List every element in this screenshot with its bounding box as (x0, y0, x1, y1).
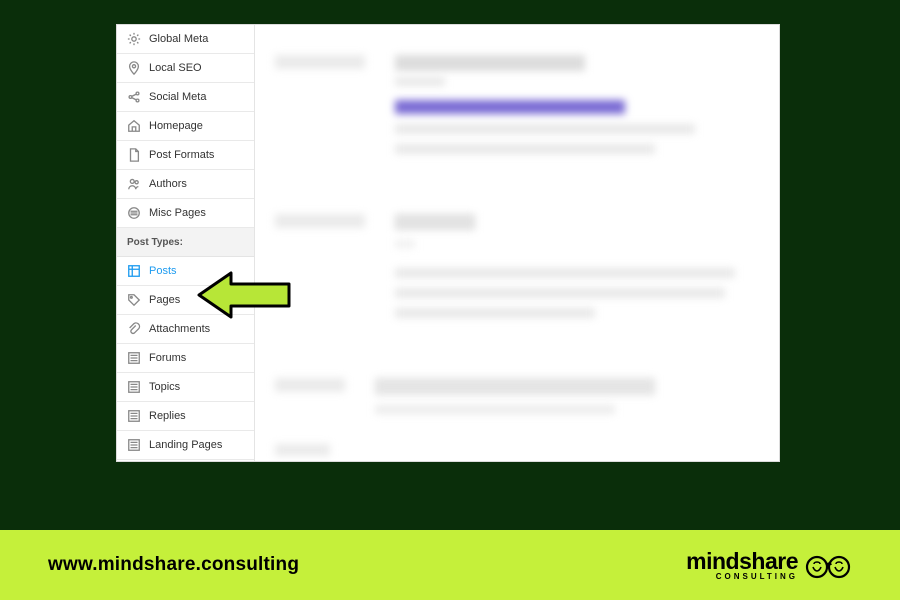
sidebar-item-post-formats[interactable]: Post Formats (117, 141, 254, 170)
sidebar-item-label: Local SEO (149, 62, 202, 74)
pin-icon (127, 61, 141, 75)
sidebar-item-label: Post Formats (149, 149, 214, 161)
sidebar-item-label: Replies (149, 410, 186, 422)
tag-icon (127, 293, 141, 307)
sidebar-item-label: Forums (149, 352, 186, 364)
sidebar-item-pages[interactable]: Pages (117, 286, 254, 315)
stack-icon (127, 206, 141, 220)
blurred-content (395, 214, 759, 328)
gear-icon (127, 32, 141, 46)
blurred-label (275, 378, 345, 392)
document-icon (127, 148, 141, 162)
sidebar-item-posts[interactable]: Posts (117, 257, 254, 286)
sidebar-item-label: Posts (149, 265, 177, 277)
share-icon (127, 90, 141, 104)
sidebar-item-projects[interactable]: Projects (117, 460, 254, 461)
sidebar-item-authors[interactable]: Authors (117, 170, 254, 199)
sidebar-item-landing-pages[interactable]: Landing Pages (117, 431, 254, 460)
content-row (275, 214, 759, 328)
sidebar-item-misc-pages[interactable]: Misc Pages (117, 199, 254, 228)
sidebar-item-replies[interactable]: Replies (117, 402, 254, 431)
app-window: Global Meta Local SEO Social Meta Homepa… (116, 24, 780, 462)
sidebar-item-global-meta[interactable]: Global Meta (117, 25, 254, 54)
sidebar-item-forums[interactable]: Forums (117, 344, 254, 373)
blurred-label (275, 214, 365, 228)
sidebar: Global Meta Local SEO Social Meta Homepa… (117, 25, 255, 461)
sidebar-item-topics[interactable]: Topics (117, 373, 254, 402)
sidebar-item-label: Topics (149, 381, 180, 393)
content-area (255, 25, 779, 461)
blurred-label (275, 444, 330, 456)
sidebar-item-attachments[interactable]: Attachments (117, 315, 254, 344)
sidebar-item-label: Misc Pages (149, 207, 206, 219)
footer-url: www.mindshare.consulting (48, 554, 299, 576)
content-row (275, 378, 759, 424)
home-icon (127, 119, 141, 133)
sidebar-item-homepage[interactable]: Homepage (117, 112, 254, 141)
content-row (275, 55, 759, 164)
sidebar-item-label: Authors (149, 178, 187, 190)
logo-text-main: mindshare (686, 550, 798, 573)
list-icon (127, 351, 141, 365)
blurred-content (395, 55, 759, 164)
blurred-content (375, 378, 759, 424)
users-icon (127, 177, 141, 191)
sidebar-item-local-seo[interactable]: Local SEO (117, 54, 254, 83)
sidebar-item-label: Global Meta (149, 33, 208, 45)
glasses-icon (804, 550, 852, 580)
content-row (275, 444, 759, 456)
sidebar-item-social-meta[interactable]: Social Meta (117, 83, 254, 112)
sidebar-item-label: Attachments (149, 323, 210, 335)
list-icon (127, 409, 141, 423)
footer-logo: mindshare CONSULTING (686, 550, 852, 581)
grid-icon (127, 264, 141, 278)
list-icon (127, 438, 141, 452)
sidebar-item-label: Landing Pages (149, 439, 222, 451)
sidebar-section-header: Post Types: (117, 228, 254, 257)
sidebar-item-label: Homepage (149, 120, 203, 132)
list-icon (127, 380, 141, 394)
footer-bar: www.mindshare.consulting mindshare CONSU… (0, 530, 900, 600)
paperclip-icon (127, 322, 141, 336)
logo-text-sub: CONSULTING (716, 573, 798, 581)
sidebar-item-label: Pages (149, 294, 180, 306)
blurred-label (275, 55, 365, 69)
sidebar-item-label: Social Meta (149, 91, 206, 103)
